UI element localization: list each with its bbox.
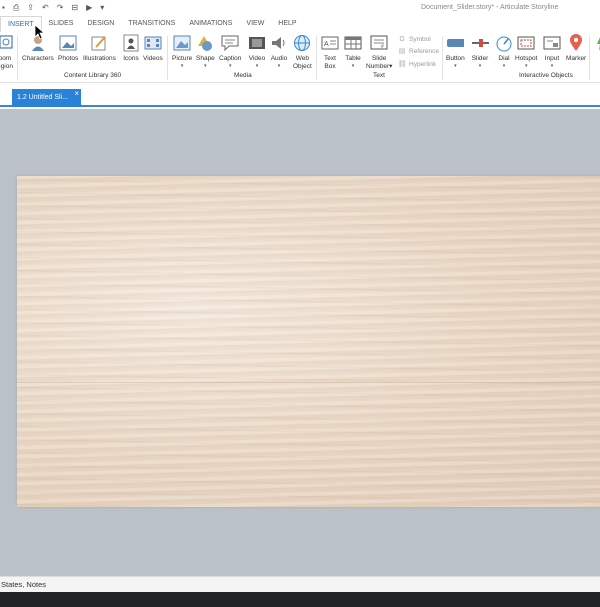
customize-icon[interactable]: ▾: [100, 3, 104, 12]
slider-icon: [471, 34, 489, 52]
window-title: Document_Slider.story* - Articulate Stor…: [421, 4, 559, 11]
tab-transitions[interactable]: TRANSITIONS: [121, 16, 182, 32]
tab-help[interactable]: HELP: [271, 16, 303, 32]
picture-icon: [173, 34, 191, 52]
slider-insert-button[interactable]: Slider ▾: [471, 34, 489, 69]
speaker-icon: [270, 34, 288, 52]
preview-icon[interactable]: ▶: [86, 3, 92, 12]
photos-button[interactable]: Photos: [58, 34, 78, 63]
document-tab-bar: 1.2 Untitled Sli... ×: [0, 83, 600, 107]
tab-design[interactable]: DESIGN: [80, 16, 121, 32]
states-notes-label[interactable]: States, Notes: [1, 580, 46, 589]
svg-text:A: A: [324, 41, 329, 48]
undo-icon[interactable]: ↶: [42, 3, 49, 12]
text-box-icon: A: [321, 34, 339, 52]
slide-wood-background[interactable]: [17, 176, 600, 507]
table-icon: [344, 34, 362, 52]
input-insert-button[interactable]: Input ▾: [543, 34, 561, 69]
mouse-cursor-icon: [34, 24, 46, 40]
button-icon: [446, 34, 465, 52]
marker-insert-button[interactable]: Marker: [566, 34, 586, 63]
button-insert-button[interactable]: Button ▾: [446, 34, 465, 69]
caption-button[interactable]: Caption ▾: [219, 34, 241, 69]
photo-icon: [59, 34, 77, 52]
group-label-media: Media: [234, 72, 252, 79]
group-label-text: Text: [373, 72, 385, 79]
video-button[interactable]: Video ▾: [248, 34, 266, 69]
redo-icon[interactable]: ↷: [57, 3, 64, 12]
shape-icon: [196, 34, 214, 52]
lightning-icon: [591, 34, 600, 52]
taskbar: [0, 592, 600, 607]
video-icon: [248, 34, 266, 52]
picture-button[interactable]: Picture ▾: [172, 34, 192, 69]
dial-icon: [495, 34, 513, 52]
close-icon[interactable]: ×: [74, 85, 79, 103]
align-icon[interactable]: ⊟: [71, 3, 78, 12]
hotspot-icon: [517, 34, 535, 52]
reference-icon: ▤: [398, 48, 406, 55]
ribbon: oomegion Characters Photos Illustrations…: [0, 32, 600, 83]
map-pin-icon: [567, 34, 585, 52]
zoom-region-icon: [0, 34, 14, 52]
slide-canvas[interactable]: [0, 109, 600, 576]
save-icon[interactable]: ▪: [2, 3, 5, 12]
globe-icon: [293, 34, 311, 52]
publish-icon[interactable]: ⇪: [27, 3, 34, 12]
print-icon[interactable]: ⎙: [13, 3, 19, 12]
dial-insert-button[interactable]: Dial ▾: [495, 34, 513, 69]
illustration-icon: [90, 34, 108, 52]
ribbon-tabs: INSERT SLIDES DESIGN TRANSITIONS ANIMATI…: [0, 16, 600, 32]
slide-number-button[interactable]: # Slide Number▾: [366, 34, 392, 71]
icons-button[interactable]: Icons: [122, 34, 140, 63]
zoom-region-button[interactable]: oomegion: [0, 34, 14, 71]
tab-slides[interactable]: SLIDES: [42, 16, 81, 32]
slide-number-icon: #: [370, 34, 388, 52]
status-bar: States, Notes: [0, 576, 600, 592]
link-icon: ⛓: [397, 61, 407, 68]
plank-seam: [17, 382, 600, 383]
icons-library-icon: [122, 34, 140, 52]
svg-text:#: #: [381, 44, 384, 50]
text-box-button[interactable]: A Text Box: [321, 34, 339, 71]
videos-button[interactable]: Videos: [143, 34, 163, 63]
group-label-interactive-objects: Interactive Objects: [519, 72, 573, 79]
tab-animations[interactable]: ANIMATIONS: [182, 16, 239, 32]
caption-icon: [221, 34, 239, 52]
tab-view[interactable]: VIEW: [239, 16, 271, 32]
reference-button[interactable]: ▤ Reference: [398, 47, 439, 56]
table-button[interactable]: Table ▾: [344, 34, 362, 69]
video-library-icon: [144, 34, 162, 52]
audio-button[interactable]: Audio ▾: [270, 34, 288, 69]
more-interactive-button[interactable]: [591, 34, 600, 52]
hyperlink-button[interactable]: ⛓ Hyperlink: [397, 60, 437, 69]
shape-button[interactable]: Shape ▾: [196, 34, 215, 69]
hotspot-insert-button[interactable]: Hotspot ▾: [515, 34, 537, 69]
quick-access-toolbar: ▪ ⎙ ⇪ ↶ ↷ ⊟ ▶ ▾ Document_Slider.story* -…: [0, 0, 600, 16]
web-object-button[interactable]: Web Object: [293, 34, 312, 71]
omega-icon: Ω: [399, 35, 405, 43]
document-tab-label: 1.2 Untitled Sli...: [17, 94, 68, 101]
illustrations-button[interactable]: Illustrations: [83, 34, 116, 63]
symbol-button[interactable]: Ω Symbol: [398, 35, 430, 43]
input-icon: [543, 34, 561, 52]
group-label-content-library: Content Library 360: [64, 72, 122, 79]
document-tab-active[interactable]: 1.2 Untitled Sli... ×: [12, 89, 81, 107]
